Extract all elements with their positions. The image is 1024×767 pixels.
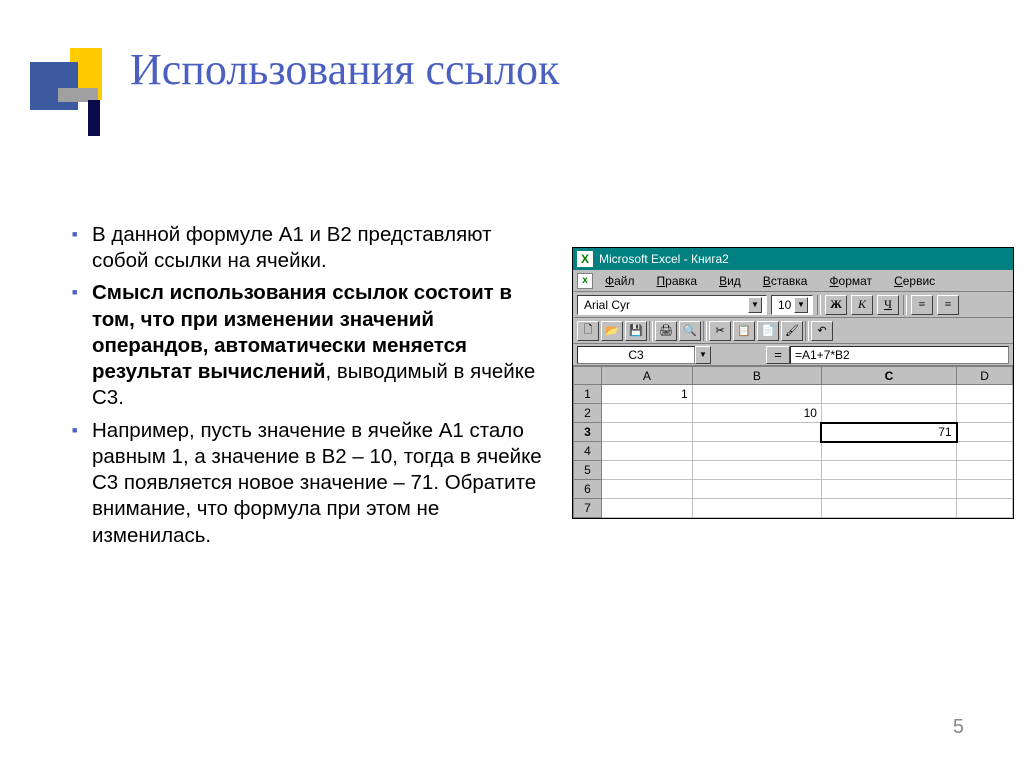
underline-button[interactable]: Ч	[877, 295, 899, 315]
format-painter-button[interactable]: 🖌	[781, 321, 803, 341]
row-header[interactable]: 7	[574, 499, 602, 518]
cell-D6[interactable]	[957, 480, 1013, 499]
excel-app-icon: X	[577, 251, 593, 267]
menu-view[interactable]: Вид	[709, 272, 751, 290]
cell-B2[interactable]: 10	[692, 404, 821, 423]
dropdown-icon: ▼	[748, 297, 762, 313]
cell-D7[interactable]	[957, 499, 1013, 518]
col-header[interactable]: C	[821, 367, 956, 385]
cell-D5[interactable]	[957, 461, 1013, 480]
menu-insert[interactable]: Вставка	[753, 272, 818, 290]
excel-format-toolbar: Arial Cyr▼ 10▼ Ж К Ч ≡ ≡	[573, 292, 1013, 318]
name-box-dropdown[interactable]: ▼	[695, 346, 711, 364]
cell-C2[interactable]	[821, 404, 956, 423]
bullet-list: В данной формуле А1 и В2 представляют со…	[72, 222, 552, 555]
excel-window: X Microsoft Excel - Книга2 x Файл Правка…	[572, 247, 1014, 519]
dropdown-icon: ▼	[794, 297, 808, 313]
align-left-button[interactable]: ≡	[911, 295, 933, 315]
font-size-selector[interactable]: 10▼	[771, 295, 813, 315]
col-header[interactable]: A	[602, 367, 693, 385]
preview-button[interactable]: 🔍	[679, 321, 701, 341]
cell-D2[interactable]	[957, 404, 1013, 423]
bullet-item: Смысл использования ссылок состоит в том…	[72, 280, 552, 411]
menu-file[interactable]: Файл	[595, 272, 645, 290]
bold-button[interactable]: Ж	[825, 295, 847, 315]
cell-C6[interactable]	[821, 480, 956, 499]
cell-A7[interactable]	[602, 499, 693, 518]
new-button[interactable]: 🗋	[577, 321, 599, 341]
excel-window-title: Microsoft Excel - Книга2	[599, 252, 729, 266]
font-selector[interactable]: Arial Cyr▼	[577, 295, 767, 315]
cell-A4[interactable]	[602, 442, 693, 461]
menu-tools[interactable]: Сервис	[884, 272, 945, 290]
cell-A2[interactable]	[602, 404, 693, 423]
row-header[interactable]: 3	[574, 423, 602, 442]
excel-doc-icon: x	[577, 273, 593, 289]
cell-C5[interactable]	[821, 461, 956, 480]
paste-button[interactable]: 📄	[757, 321, 779, 341]
bullet-item: В данной формуле А1 и В2 представляют со…	[72, 222, 552, 274]
cell-C3[interactable]: 71	[821, 423, 956, 442]
col-header[interactable]: B	[692, 367, 821, 385]
undo-button[interactable]: ↶	[811, 321, 833, 341]
cell-D4[interactable]	[957, 442, 1013, 461]
slide-decoration	[30, 48, 126, 144]
excel-grid[interactable]: ABCD 112 10 3 71 4567	[573, 366, 1013, 518]
formula-input[interactable]: =A1+7*B2	[790, 346, 1009, 364]
cut-button[interactable]: ✂	[709, 321, 731, 341]
page-number: 5	[953, 716, 964, 739]
col-header[interactable]: D	[957, 367, 1013, 385]
formula-equals-button[interactable]: =	[766, 346, 790, 364]
name-box[interactable]: C3	[577, 346, 695, 364]
cell-D1[interactable]	[957, 385, 1013, 404]
row-header[interactable]: 4	[574, 442, 602, 461]
italic-button[interactable]: К	[851, 295, 873, 315]
cell-C7[interactable]	[821, 499, 956, 518]
cell-B7[interactable]	[692, 499, 821, 518]
row-header[interactable]: 6	[574, 480, 602, 499]
cell-B5[interactable]	[692, 461, 821, 480]
cell-B4[interactable]	[692, 442, 821, 461]
menu-format[interactable]: Формат	[819, 272, 882, 290]
excel-titlebar: X Microsoft Excel - Книга2	[573, 248, 1013, 270]
row-header[interactable]: 1	[574, 385, 602, 404]
bullet-item: Например, пусть значение в ячейке А1 ста…	[72, 418, 552, 549]
cell-A3[interactable]	[602, 423, 693, 442]
excel-menubar: x Файл Правка Вид Вставка Формат Сервис	[573, 270, 1013, 292]
cell-D3[interactable]	[957, 423, 1013, 442]
excel-standard-toolbar: 🗋 📂 💾 🖨 🔍 ✂ 📋 📄 🖌 ↶	[573, 318, 1013, 344]
slide-title: Использования ссылок	[130, 44, 559, 95]
open-button[interactable]: 📂	[601, 321, 623, 341]
cell-A5[interactable]	[602, 461, 693, 480]
menu-edit[interactable]: Правка	[647, 272, 708, 290]
excel-formula-bar: C3 ▼ = =A1+7*B2	[573, 344, 1013, 366]
save-button[interactable]: 💾	[625, 321, 647, 341]
cell-C4[interactable]	[821, 442, 956, 461]
print-button[interactable]: 🖨	[655, 321, 677, 341]
cell-C1[interactable]	[821, 385, 956, 404]
row-header[interactable]: 2	[574, 404, 602, 423]
cell-B1[interactable]	[692, 385, 821, 404]
align-center-button[interactable]: ≡	[937, 295, 959, 315]
cell-A6[interactable]	[602, 480, 693, 499]
cell-B3[interactable]	[692, 423, 821, 442]
cell-B6[interactable]	[692, 480, 821, 499]
copy-button[interactable]: 📋	[733, 321, 755, 341]
row-header[interactable]: 5	[574, 461, 602, 480]
cell-A1[interactable]: 1	[602, 385, 693, 404]
